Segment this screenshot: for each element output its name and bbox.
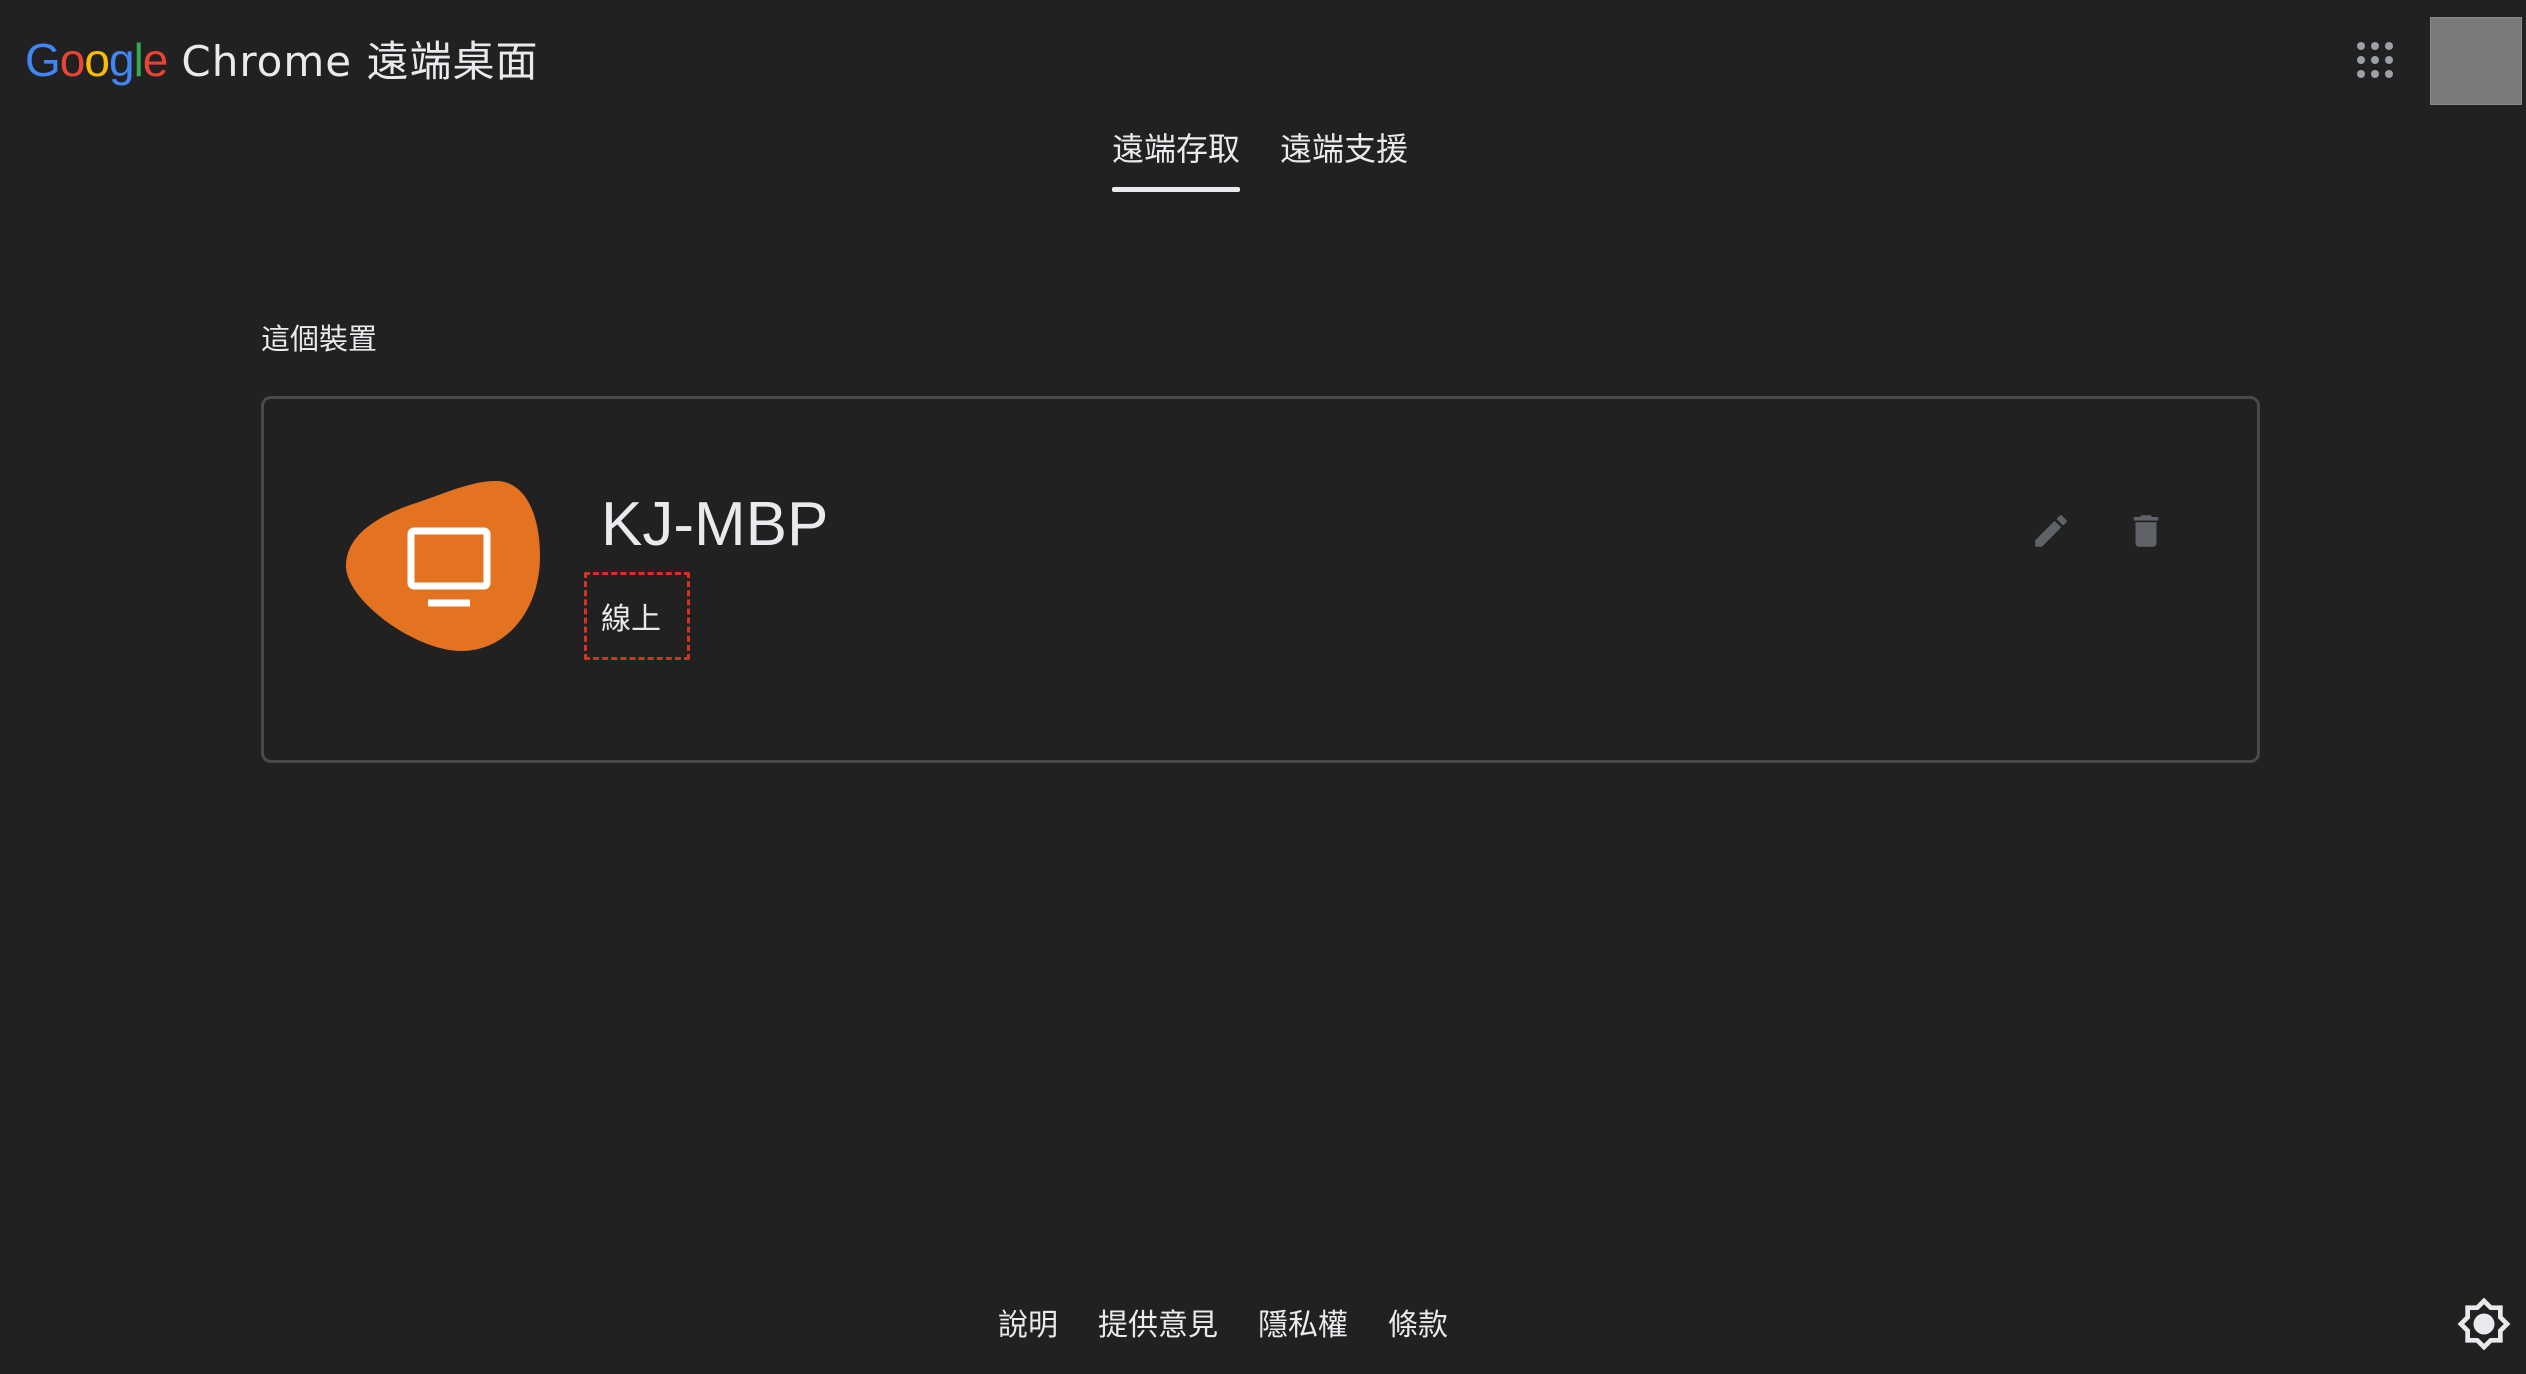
apps-grid-icon[interactable] bbox=[2357, 42, 2393, 78]
google-letter-e: e bbox=[142, 34, 169, 86]
theme-toggle-button[interactable] bbox=[2456, 1296, 2512, 1352]
footer-link-privacy[interactable]: 隱私權 bbox=[1258, 1300, 1348, 1344]
footer-link-help[interactable]: 說明 bbox=[998, 1300, 1058, 1344]
footer-links: 說明 提供意見 隱私權 條款 bbox=[998, 1300, 1448, 1344]
google-letter-o1: o bbox=[59, 34, 86, 86]
footer-link-feedback[interactable]: 提供意見 bbox=[1098, 1300, 1218, 1344]
status-highlight-box: 線上 bbox=[584, 572, 690, 660]
pencil-icon bbox=[2035, 515, 2067, 547]
brightness-icon bbox=[2457, 1297, 2511, 1351]
google-wordmark: Google bbox=[25, 33, 169, 87]
device-blob-icon bbox=[346, 481, 540, 651]
section-title: 這個裝置 bbox=[261, 322, 378, 356]
tab-remote-access[interactable]: 遠端存取 bbox=[1112, 118, 1241, 196]
google-letter-g2: g bbox=[108, 34, 135, 86]
brand-logo[interactable]: Google Chrome 遠端桌面 bbox=[25, 28, 538, 88]
product-name: Chrome 遠端桌面 bbox=[181, 37, 539, 86]
app-header: Google Chrome 遠端桌面 遠端存取 遠端支援 bbox=[0, 0, 2526, 200]
device-status: 線上 bbox=[601, 602, 661, 637]
google-letter-o2: o bbox=[84, 34, 110, 86]
google-letter-l: l bbox=[133, 34, 144, 86]
device-name: KJ-MBP bbox=[601, 490, 829, 559]
tab-bar: 遠端存取 遠端支援 bbox=[1112, 118, 1408, 196]
account-avatar[interactable] bbox=[2430, 17, 2522, 105]
delete-device-button[interactable] bbox=[2116, 501, 2176, 561]
footer-link-terms[interactable]: 條款 bbox=[1388, 1300, 1448, 1344]
tab-remote-support[interactable]: 遠端支援 bbox=[1280, 118, 1408, 196]
device-card[interactable]: KJ-MBP 線上 bbox=[261, 396, 2260, 763]
trash-icon bbox=[2133, 515, 2159, 547]
edit-device-button[interactable] bbox=[2021, 501, 2081, 561]
google-letter-g: G bbox=[25, 34, 61, 86]
